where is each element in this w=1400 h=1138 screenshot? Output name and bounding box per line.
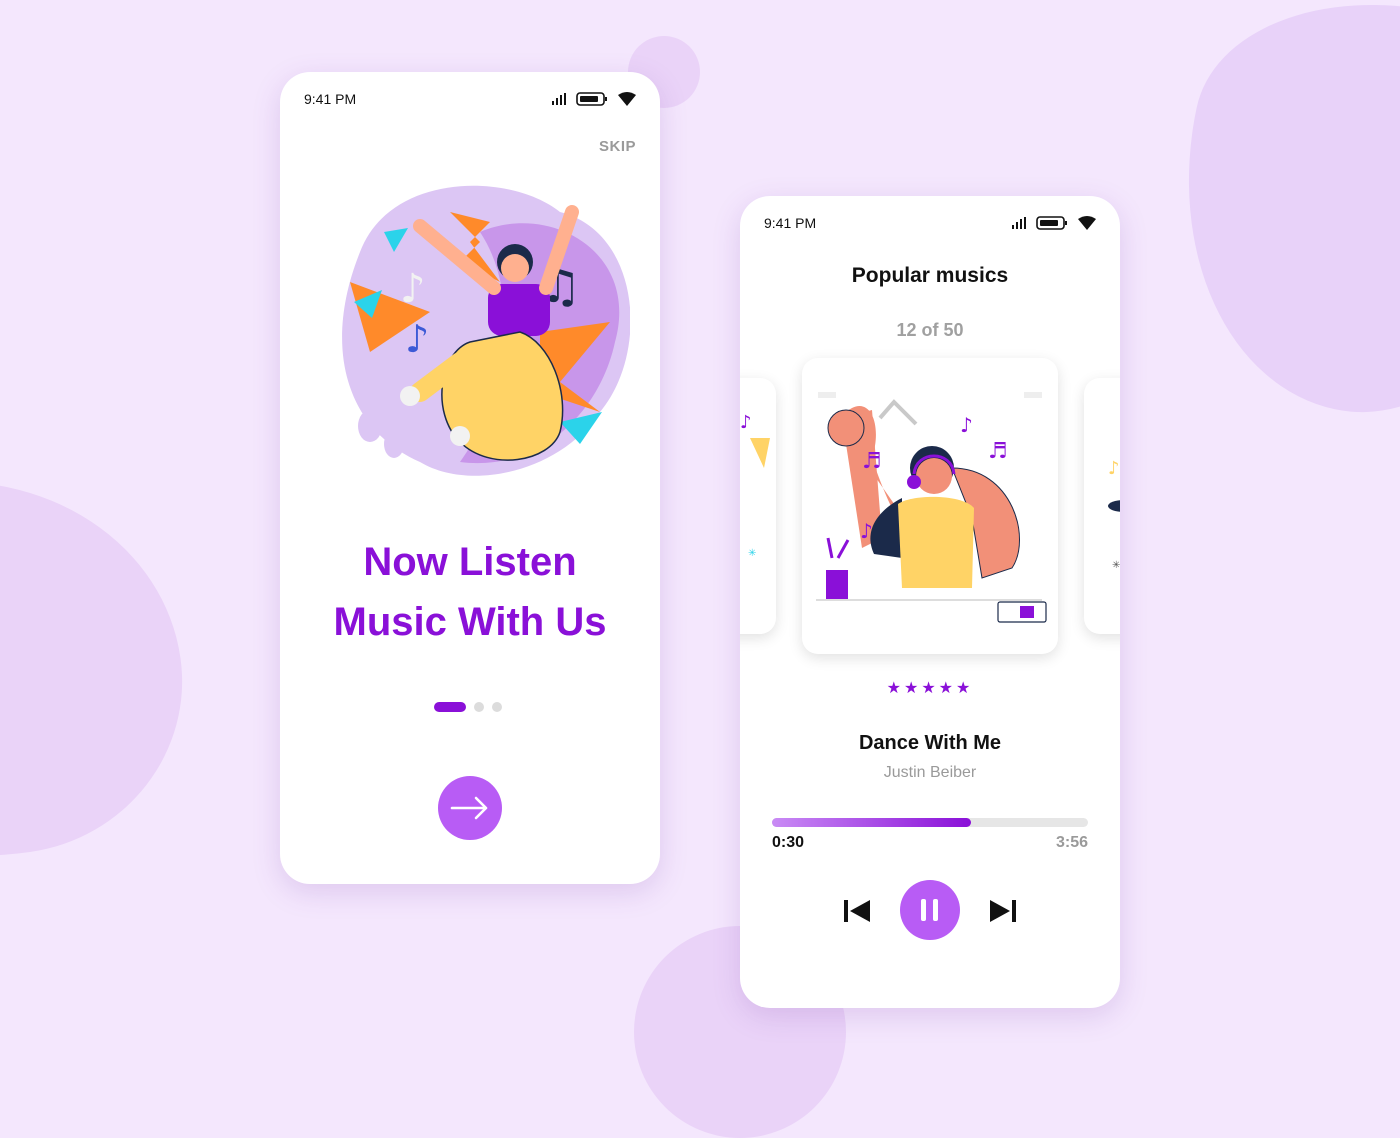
song-artist: Justin Beiber — [883, 764, 977, 781]
album-art-headphones-girl: ♬ ♪ ♬ ♪ — [816, 392, 1047, 623]
page-indicator — [434, 702, 502, 712]
status-bar: 9:41 PM — [304, 90, 636, 108]
skip-previous-icon — [844, 900, 870, 922]
skip-button[interactable]: SKIP — [599, 138, 636, 155]
album-art-previous: ♪ ✳ — [740, 412, 770, 559]
battery-icon — [1036, 216, 1067, 230]
svg-text:✳: ✳ — [1112, 560, 1120, 571]
album-card-next[interactable]: ♪ ✳ — [1084, 378, 1120, 634]
page-dot[interactable] — [492, 702, 502, 712]
next-button[interactable] — [438, 776, 502, 840]
page-dot-active[interactable] — [434, 702, 466, 712]
svg-text:♬: ♬ — [988, 439, 1008, 464]
svg-text:♬: ♬ — [862, 449, 882, 474]
page-dot[interactable] — [474, 702, 484, 712]
page-title: Popular musics — [851, 264, 1009, 287]
album-card-current[interactable]: ♬ ♪ ♬ ♪ — [802, 358, 1058, 654]
previous-track-button[interactable] — [840, 894, 874, 928]
elapsed-time: 0:30 — [772, 834, 805, 851]
signal-icon — [1012, 217, 1026, 229]
status-time: 9:41 PM — [304, 91, 357, 107]
player-screen: 9:41 PM Popular musics 12 of 50 ♪ ✳ ♪ ✳ — [740, 196, 1120, 1008]
svg-text:♪: ♪ — [400, 266, 426, 312]
battery-icon — [576, 92, 607, 106]
status-icons — [1012, 216, 1096, 230]
total-duration: 3:56 — [1055, 834, 1088, 851]
playback-progress-fill — [772, 818, 972, 827]
svg-text:♪: ♪ — [405, 317, 429, 361]
headline-line-1: Now Listen — [363, 540, 577, 584]
playback-progress-bar[interactable] — [772, 818, 1088, 827]
headline-line-2: Music With Us — [333, 600, 607, 644]
signal-icon — [552, 93, 566, 105]
background-blob-left — [0, 451, 205, 889]
svg-text:♪: ♪ — [960, 413, 973, 437]
wifi-icon — [618, 92, 636, 106]
arrow-right-icon — [450, 796, 488, 820]
onboarding-screen: 9:41 PM SKIP ♪ ♪ ♫ Now Listen Music With… — [280, 72, 660, 884]
pause-button[interactable] — [900, 880, 960, 940]
song-title: Dance With Me — [858, 732, 1002, 754]
next-track-button[interactable] — [986, 894, 1020, 928]
album-card-previous[interactable]: ♪ ✳ — [740, 378, 776, 634]
svg-text:✳: ✳ — [748, 548, 756, 559]
svg-text:♪: ♪ — [1108, 458, 1120, 479]
track-position-label: 12 of 50 — [896, 320, 964, 340]
svg-text:♪: ♪ — [740, 412, 752, 433]
pause-icon — [921, 899, 938, 921]
wifi-icon — [1078, 216, 1096, 230]
status-icons — [552, 92, 636, 106]
background-blob-right — [1141, 0, 1400, 443]
status-bar: 9:41 PM — [764, 214, 1096, 232]
rating-stars: ★★★★★ — [886, 680, 974, 697]
album-art-next: ♪ ✳ — [1108, 458, 1120, 571]
skip-next-icon — [990, 900, 1016, 922]
dancing-girl-illustration: ♪ ♪ ♫ — [342, 185, 630, 476]
svg-text:♪: ♪ — [860, 519, 873, 543]
status-time: 9:41 PM — [764, 215, 817, 231]
